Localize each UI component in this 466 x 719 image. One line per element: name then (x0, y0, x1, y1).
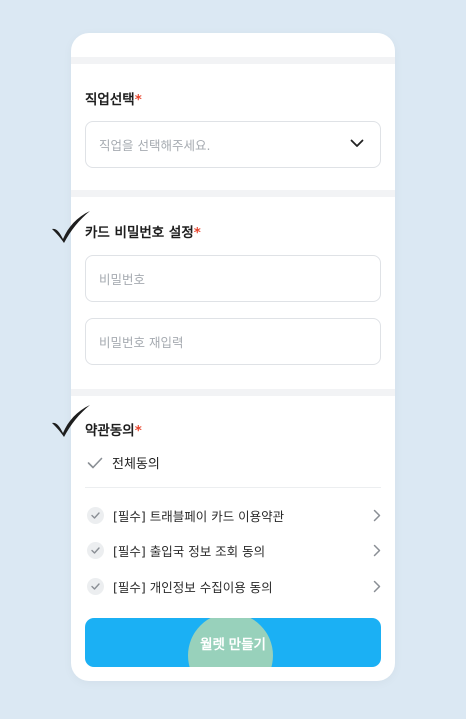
section-divider (71, 389, 395, 396)
terms-section-title: 약관동의* (85, 419, 142, 439)
job-title-text: 직업선택 (85, 92, 135, 108)
required-mark: * (193, 225, 201, 241)
chevron-right-icon[interactable] (373, 580, 381, 593)
section-divider (71, 190, 395, 197)
check-icon (87, 457, 103, 468)
term-check[interactable] (87, 577, 104, 595)
job-select[interactable]: 직업을 선택해주세요. (85, 121, 381, 168)
term-item-card-terms[interactable]: [필수] 트래블페이 카드 이용약관 (87, 505, 381, 525)
agree-all-checkbox[interactable]: 전체동의 (87, 453, 160, 472)
terms-title-text: 약관동의 (85, 423, 135, 439)
tick-mark-icon (52, 211, 90, 243)
check-icon (91, 582, 100, 590)
term-check[interactable] (87, 506, 104, 524)
job-section-title: 직업선택* (85, 88, 142, 108)
create-wallet-button[interactable]: 월렛 만들기 (85, 618, 381, 667)
terms-divider (85, 487, 381, 488)
term-label: [필수] 트래블페이 카드 이용약관 (113, 508, 285, 524)
create-wallet-label: 월렛 만들기 (200, 636, 266, 652)
chevron-right-icon[interactable] (373, 544, 381, 557)
term-label: [필수] 출입국 정보 조회 동의 (113, 543, 266, 559)
section-divider (71, 57, 395, 64)
required-mark: * (134, 92, 142, 108)
agree-all-label: 전체동의 (112, 457, 160, 472)
password-confirm-field[interactable]: 비밀번호 재입력 (85, 318, 381, 365)
chevron-down-icon (350, 139, 364, 147)
password-placeholder: 비밀번호 (99, 272, 146, 287)
password-field[interactable]: 비밀번호 (85, 255, 381, 302)
term-item-immigration[interactable]: [필수] 출입국 정보 조회 동의 (87, 540, 381, 560)
term-check[interactable] (87, 541, 104, 559)
term-label: [필수] 개인정보 수집이용 동의 (113, 579, 273, 595)
pin-section-title: 카드 비밀번호 설정* (85, 221, 201, 241)
job-select-placeholder: 직업을 선택해주세요. (99, 138, 211, 153)
check-icon (91, 511, 100, 519)
required-mark: * (134, 423, 142, 439)
pin-title-text: 카드 비밀번호 설정 (85, 225, 194, 241)
chevron-right-icon[interactable] (373, 509, 381, 522)
tick-mark-icon (52, 405, 90, 437)
password-confirm-placeholder: 비밀번호 재입력 (99, 335, 184, 350)
check-icon (91, 546, 100, 554)
form-card: 직업선택* 직업을 선택해주세요. 카드 비밀번호 설정* 비밀번호 비밀번호 … (71, 33, 395, 681)
term-item-privacy[interactable]: [필수] 개인정보 수집이용 동의 (87, 576, 381, 596)
